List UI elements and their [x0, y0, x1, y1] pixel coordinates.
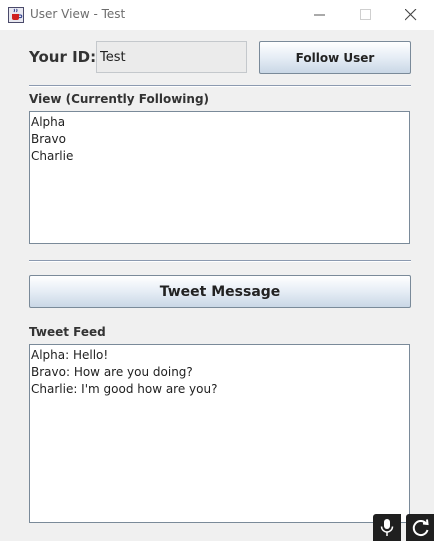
maximize-icon	[360, 9, 371, 20]
feed-item: Bravo: How are you doing?	[31, 365, 193, 379]
window-title: User View - Test	[30, 7, 126, 21]
title-bar: User View - Test	[0, 0, 434, 30]
tweet-feed-label: Tweet Feed	[29, 325, 106, 339]
java-cup-icon	[8, 7, 24, 23]
separator	[29, 85, 411, 87]
maximize-button[interactable]	[343, 0, 389, 30]
feed-item: Alpha: Hello!	[31, 348, 109, 362]
tweet-message-button[interactable]: Tweet Message	[29, 275, 411, 308]
minimize-button[interactable]	[297, 0, 343, 30]
refresh-icon	[412, 519, 429, 537]
separator	[29, 260, 411, 262]
user-id-field[interactable]	[96, 41, 247, 73]
list-item[interactable]: Bravo	[31, 131, 408, 148]
refresh-button[interactable]	[406, 514, 434, 541]
list-item[interactable]: Alpha	[31, 114, 408, 131]
following-label: View (Currently Following)	[29, 92, 210, 106]
list-item[interactable]: Charlie	[31, 148, 408, 165]
feed-item: Charlie: I'm good how are you?	[31, 382, 218, 396]
microphone-icon	[380, 519, 394, 536]
close-button[interactable]	[388, 0, 434, 30]
close-icon	[405, 9, 417, 21]
follow-user-button[interactable]: Follow User	[259, 41, 411, 74]
following-list[interactable]: Alpha Bravo Charlie	[29, 111, 410, 244]
minimize-icon	[314, 14, 325, 16]
tweet-feed-area[interactable]: Alpha: Hello! Bravo: How are you doing? …	[29, 344, 410, 523]
microphone-button[interactable]	[373, 514, 401, 541]
your-id-label: Your ID:	[29, 48, 97, 66]
